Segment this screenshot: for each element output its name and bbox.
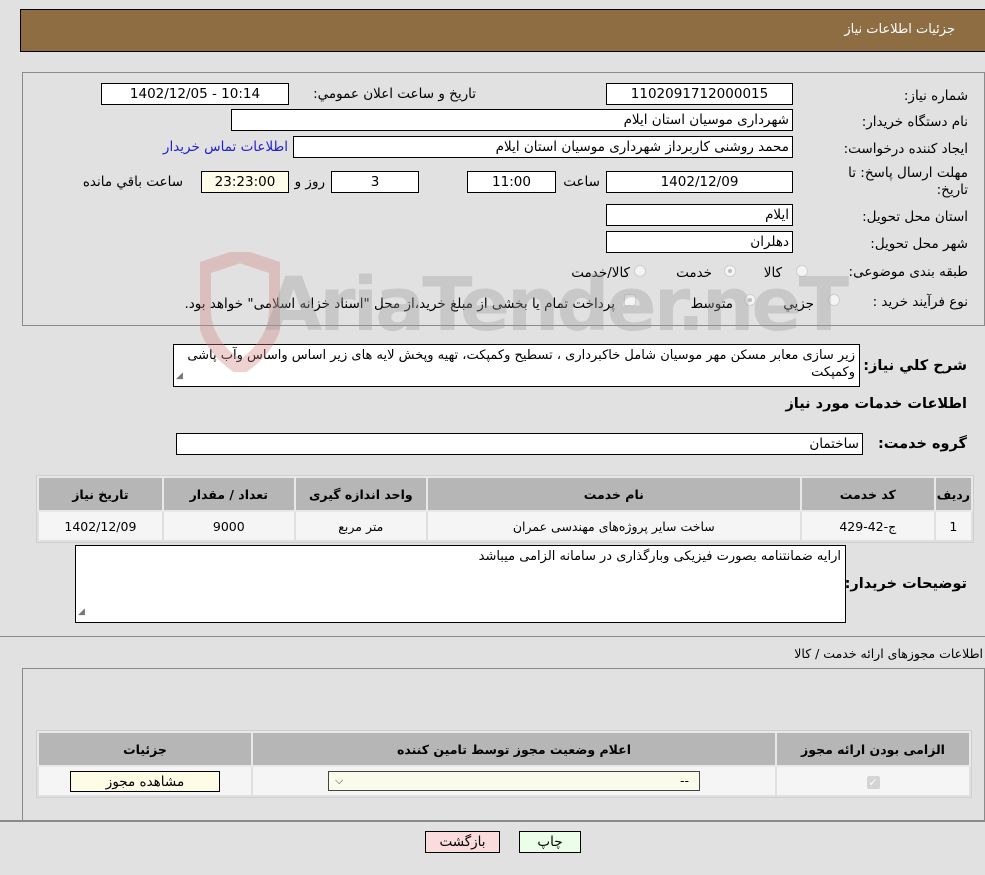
- services-section-title: اطلاعات خدمات مورد نياز: [785, 396, 967, 412]
- description-label: شرح كلي نياز:: [863, 358, 967, 374]
- category-radio-goods[interactable]: [796, 265, 808, 277]
- category-label: طبقه بندی موضوعی:: [848, 264, 968, 280]
- description-text: زیر سازی معابر مسکن مهر موسیان شامل خاکب…: [187, 348, 855, 380]
- province-field[interactable]: ایلام: [606, 204, 793, 226]
- cell-unit: متر مربع: [293, 510, 428, 542]
- announce-datetime-label: تاریخ و ساعت اعلان عمومي:: [313, 86, 476, 102]
- requester-field[interactable]: محمد روشنی کاربرداز شهرداری موسیان استان…: [293, 136, 793, 158]
- col-permit-status: اعلام وضعيت مجوز توسط تامين کننده: [251, 731, 777, 767]
- table-row: 1 ج-42-429 ساخت سایر پروژه‌های مهندسی عم…: [37, 510, 974, 542]
- permits-table: الزامی بودن ارائه مجوز اعلام وضعيت مجوز …: [37, 731, 971, 797]
- category-radio-goods-service[interactable]: [634, 265, 646, 277]
- purchase-type-option-minor: جزيي: [783, 296, 814, 312]
- deadline-label-line2: تاريخ:: [936, 182, 968, 198]
- table-row: ✓ -- ⌵ مشاهده مجوز: [37, 765, 971, 797]
- permit-status-value: --: [679, 773, 689, 788]
- treasury-note: پرداخت تمام يا بخشی از مبلغ خريد،از محل …: [184, 296, 615, 312]
- col-service-code: کد خدمت: [799, 476, 936, 512]
- buyer-org-field[interactable]: شهرداری موسیان استان ایلام: [231, 109, 793, 131]
- buyer-notes-textarea[interactable]: ارایه ضمانتنامه بصورت فیزیکی وبارگذاری د…: [75, 545, 846, 623]
- chevron-down-icon: ⌵: [335, 774, 344, 787]
- days-label: روز و: [294, 174, 325, 190]
- category-option-goods-service: کالا/خدمت: [571, 265, 630, 281]
- print-button[interactable]: چاپ: [519, 831, 581, 853]
- time-remaining-field: 23:23:00: [201, 171, 289, 193]
- cell-service-code: ج-42-429: [799, 510, 936, 542]
- need-number-label: شماره نیاز:: [903, 88, 968, 104]
- description-textarea[interactable]: زیر سازی معابر مسکن مهر موسیان شامل خاکب…: [173, 344, 860, 387]
- announce-datetime-field[interactable]: 1402/12/05 - 10:14: [101, 83, 289, 105]
- back-button[interactable]: بازگشت: [425, 831, 500, 853]
- city-field[interactable]: دهلران: [606, 231, 793, 253]
- col-service-name: نام خدمت: [425, 476, 802, 512]
- col-permit-required: الزامی بودن ارائه مجوز: [775, 731, 971, 767]
- cell-permit-required: ✓: [775, 765, 971, 797]
- deadline-label-line1: مهلت ارسال پاسخ: تا: [848, 165, 968, 181]
- category-option-goods: کالا: [763, 265, 782, 281]
- page-header: جزئیات اطلاعات نیاز: [20, 9, 985, 52]
- resize-grip-icon[interactable]: ◢: [78, 604, 85, 621]
- purchase-type-label: نوع فرآيند خريد :: [872, 294, 968, 310]
- category-radio-service[interactable]: [724, 265, 736, 277]
- treasury-checkbox[interactable]: [624, 294, 636, 306]
- purchase-type-radio-medium[interactable]: [744, 294, 756, 306]
- purchase-type-option-medium: متوسط: [690, 296, 733, 312]
- cell-row-number: 1: [933, 510, 974, 542]
- buyer-org-label: نام دستگاه خريدار:: [861, 114, 968, 130]
- buyer-notes-text: ارایه ضمانتنامه بصورت فیزیکی وبارگذاری د…: [478, 549, 841, 564]
- requester-label: ايجاد کننده درخواست:: [843, 141, 968, 157]
- col-permit-details: جزئيات: [37, 731, 253, 767]
- permit-status-select[interactable]: -- ⌵: [328, 771, 700, 791]
- services-table-wrapper: رديف کد خدمت نام خدمت واحد اندازه گيری ت…: [36, 475, 974, 543]
- deadline-time-field[interactable]: 11:00: [467, 171, 556, 193]
- divider: [0, 820, 985, 822]
- province-label: استان محل تحويل:: [862, 209, 968, 225]
- city-label: شهر محل تحويل:: [870, 236, 968, 252]
- cell-permit-status: -- ⌵: [251, 765, 777, 797]
- cell-service-name: ساخت سایر پروژه‌های مهندسی عمران: [425, 510, 802, 542]
- permits-table-wrapper: الزامی بودن ارائه مجوز اعلام وضعيت مجوز …: [36, 730, 972, 798]
- col-need-date: تاريخ نياز: [37, 476, 164, 512]
- purchase-type-radio-minor[interactable]: [828, 294, 840, 306]
- service-group-label: گروه خدمت:: [877, 436, 967, 452]
- resize-grip-icon[interactable]: ◢: [176, 368, 183, 385]
- cell-quantity: 9000: [161, 510, 296, 542]
- need-number-field[interactable]: 1102091712000015: [606, 83, 793, 105]
- category-option-service: خدمت: [676, 265, 712, 281]
- service-group-field[interactable]: ساختمان: [176, 433, 863, 455]
- services-table: رديف کد خدمت نام خدمت واحد اندازه گيری ت…: [37, 476, 974, 542]
- time-remaining-label: ساعت باقي مانده: [82, 174, 183, 190]
- deadline-time-label: ساعت: [563, 174, 600, 190]
- deadline-date-field[interactable]: 1402/12/09: [606, 171, 793, 193]
- cell-need-date: 1402/12/09: [37, 510, 164, 542]
- required-checkbox[interactable]: ✓: [866, 775, 880, 789]
- view-permit-button[interactable]: مشاهده مجوز: [70, 770, 220, 792]
- col-row-number: رديف: [933, 476, 974, 512]
- permits-section-title: اطلاعات مجوزهای ارائه خدمت / کالا: [794, 646, 983, 661]
- col-unit: واحد اندازه گيری: [293, 476, 428, 512]
- days-remaining-field[interactable]: 3: [331, 171, 419, 193]
- page-title: جزئیات اطلاعات نیاز: [844, 22, 955, 37]
- buyer-contact-link[interactable]: اطلاعات تماس خريدار: [163, 139, 288, 155]
- divider: [0, 636, 985, 637]
- buyer-notes-label: توضيحات خريدار:: [844, 576, 967, 592]
- col-quantity: تعداد / مقدار: [161, 476, 296, 512]
- cell-permit-details: مشاهده مجوز: [37, 765, 253, 797]
